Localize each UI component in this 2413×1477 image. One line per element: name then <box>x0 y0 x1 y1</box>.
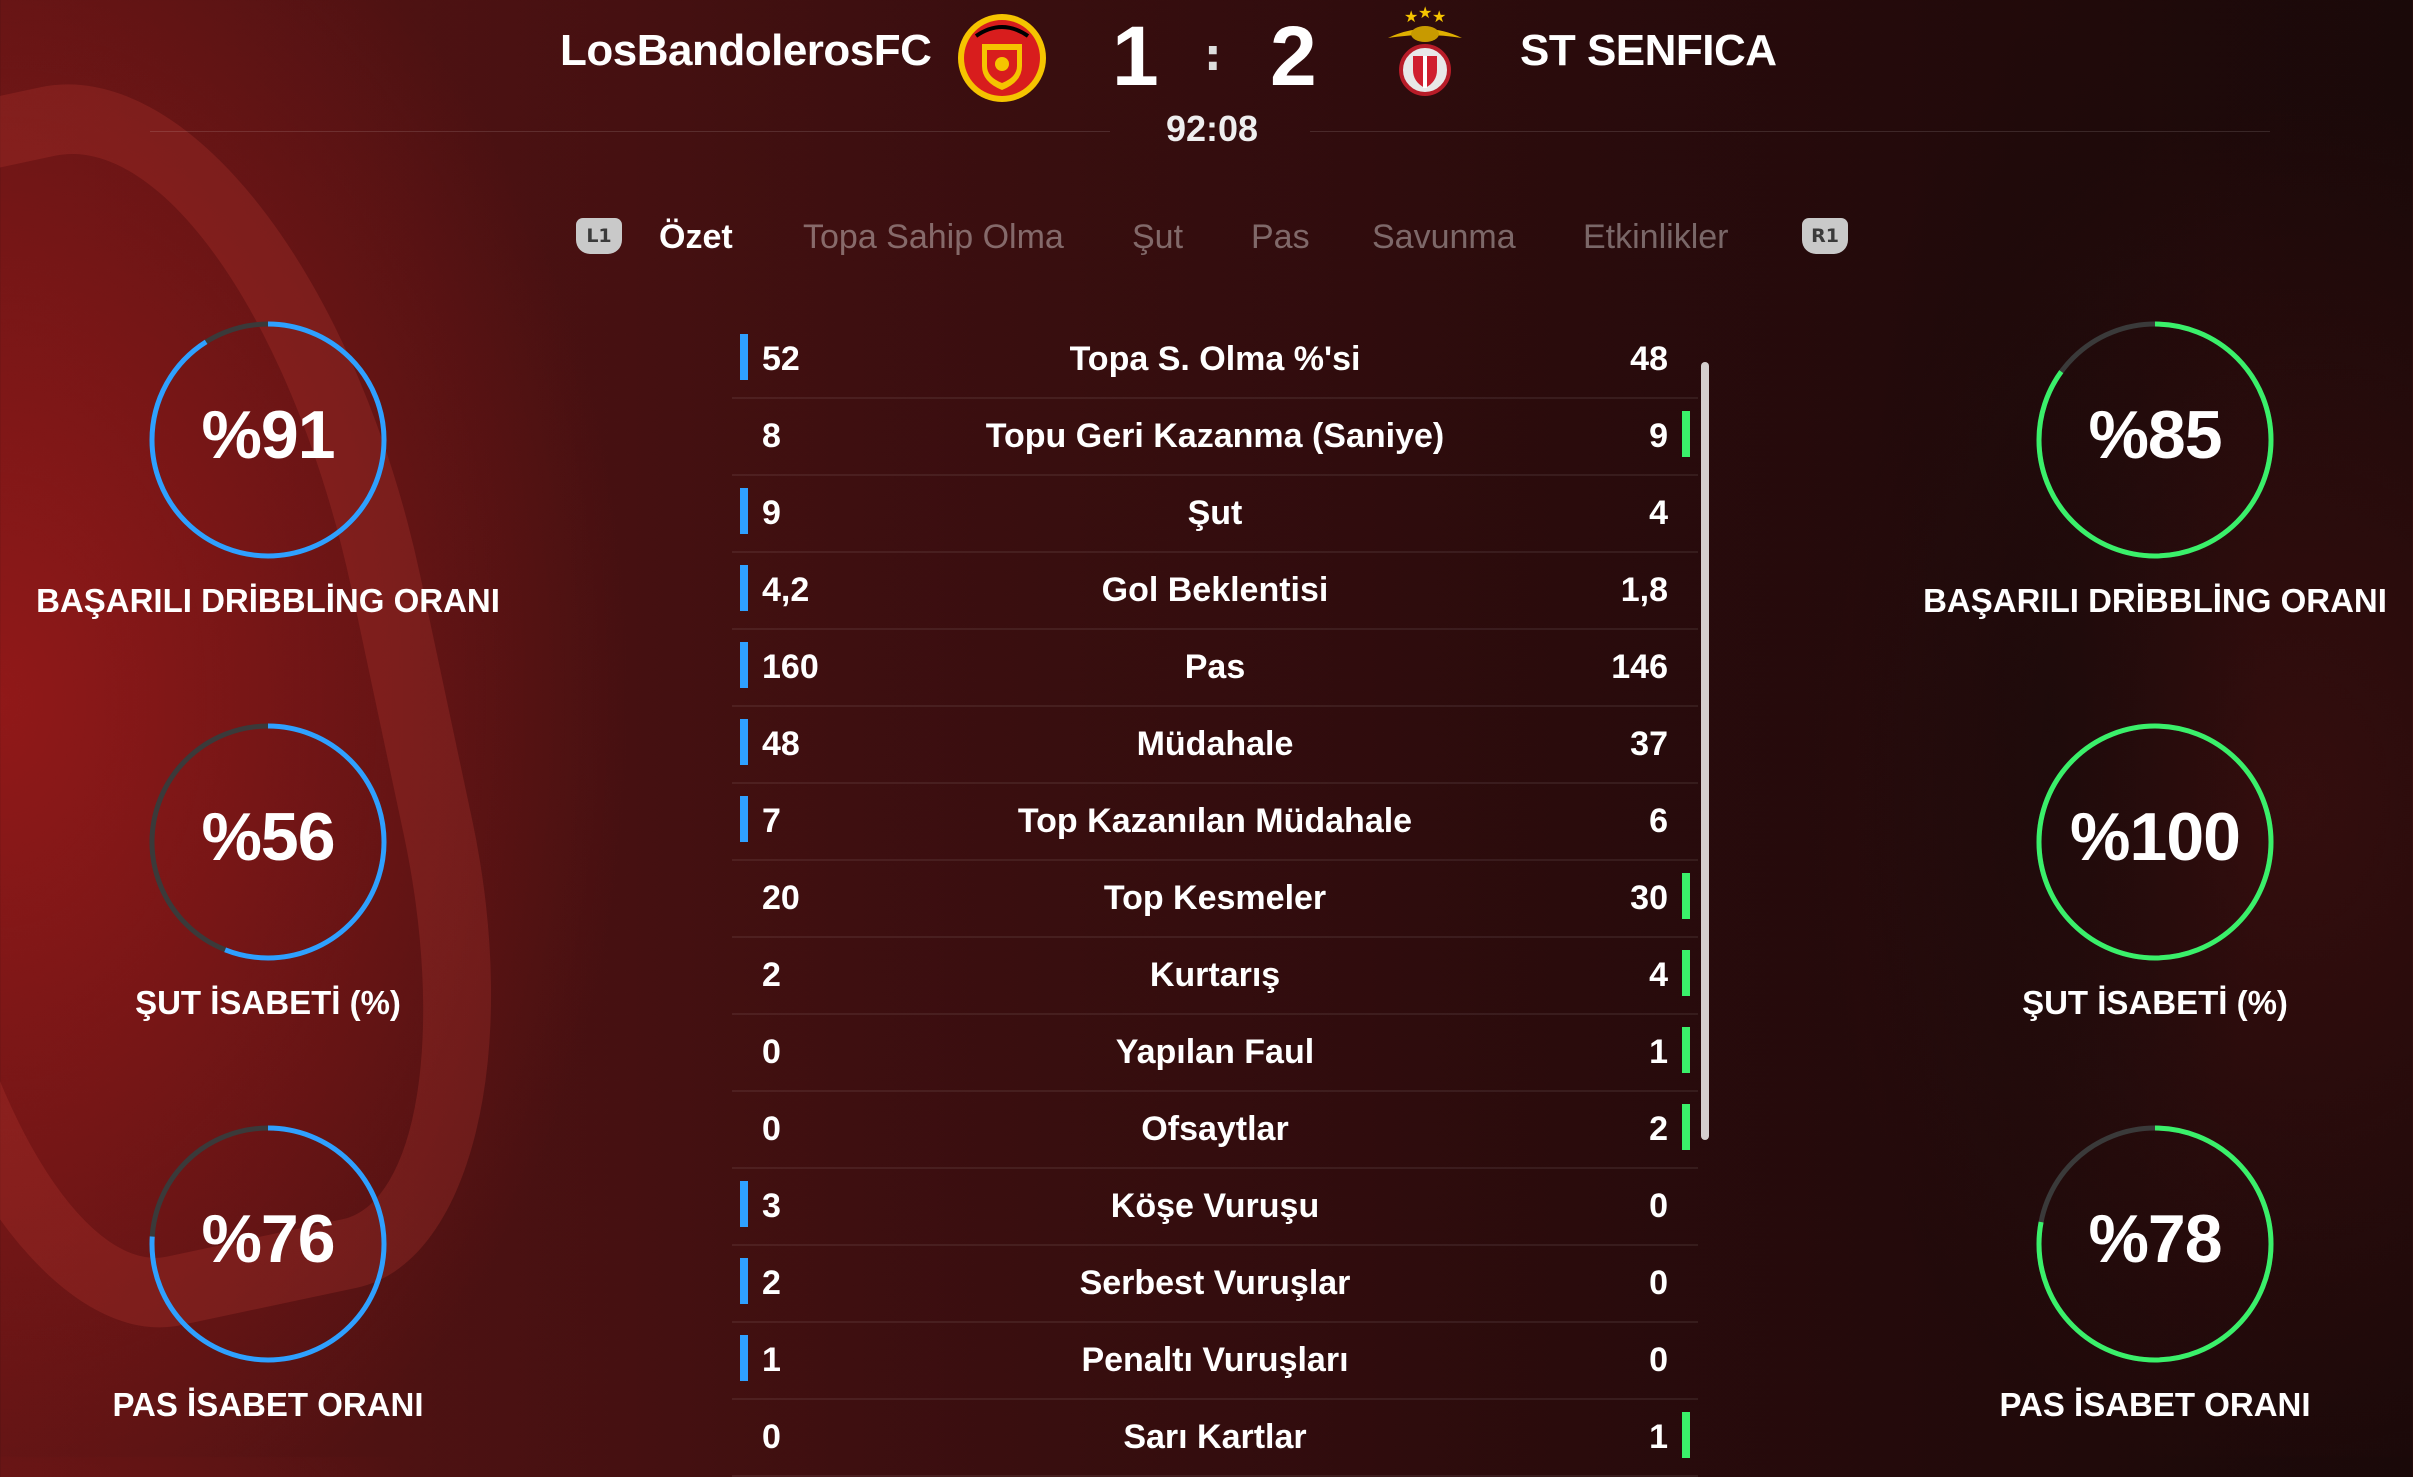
scoreboard-header: LosBandolerosFC 1 : 2 92:08 ★ ★ ★ ST SEN… <box>0 0 2413 180</box>
stat-away-value: 6 <box>1649 802 1668 840</box>
away-lead-indicator <box>1682 950 1690 996</box>
stat-label: Topa S. Olma %'si <box>1069 340 1361 378</box>
stat-away-value: 37 <box>1630 725 1668 763</box>
stat-away-value: 1 <box>1649 1418 1668 1456</box>
tab-savunma[interactable]: Savunma <box>1372 218 1516 257</box>
ring-label: BAŞARILI DRİBBLİNG ORANI <box>36 582 500 619</box>
stat-away-value: 4 <box>1649 956 1668 994</box>
stat-away-value: 1,8 <box>1620 571 1668 609</box>
away-dribble-success-ring: %85 BAŞARILI DRİBBLİNG ORANI <box>1905 318 2405 620</box>
stats-tab-bar: L1 Özet Topa Sahip Olma Şut Pas Savunma … <box>0 212 2413 272</box>
stat-label: Top Kazanılan Müdahale <box>1017 802 1413 840</box>
stat-away-value: 1 <box>1649 1033 1668 1071</box>
stat-row: 0 Sarı Kartlar 1 <box>732 1400 1698 1477</box>
away-score: 2 <box>1270 9 1317 103</box>
away-lead-indicator <box>1682 1027 1690 1073</box>
stat-row: 2 Kurtarış 4 <box>732 938 1698 1015</box>
away-shot-accuracy-ring: %100 ŞUT İSABETİ (%) <box>1905 720 2405 1022</box>
away-lead-indicator <box>1682 411 1690 457</box>
stat-away-value: 0 <box>1649 1341 1668 1379</box>
stat-row: 48 Müdahale 37 <box>732 707 1698 784</box>
stat-label: Gol Beklentisi <box>1101 571 1329 609</box>
stat-row: 0 Ofsaytlar 2 <box>732 1092 1698 1169</box>
tab-topa-sahip-olma[interactable]: Topa Sahip Olma <box>803 218 1064 257</box>
svg-text:★: ★ <box>1418 4 1432 22</box>
stat-label: Ofsaytlar <box>1141 1110 1289 1148</box>
away-lead-indicator <box>1682 1104 1690 1150</box>
stat-label: Şut <box>1187 494 1243 532</box>
ring-label: BAŞARILI DRİBBLİNG ORANI <box>1923 582 2387 619</box>
score-separator: : <box>1204 30 1222 81</box>
stat-row: 0 Yapılan Faul 1 <box>732 1015 1698 1092</box>
ring-value: %78 <box>2088 1201 2222 1277</box>
ring-label: PAS İSABET ORANI <box>112 1386 424 1423</box>
away-pass-accuracy-ring: %78 PAS İSABET ORANI <box>1905 1122 2405 1424</box>
ring-value: %85 <box>2088 397 2222 473</box>
home-pass-accuracy-ring: %76 PAS İSABET ORANI <box>18 1122 518 1424</box>
stat-row: 20 Top Kesmeler 30 <box>732 861 1698 938</box>
ring-value: %76 <box>201 1201 335 1277</box>
stat-row: 8 Topu Geri Kazanma (Saniye) 9 <box>732 399 1698 476</box>
home-shot-accuracy-ring: %56 ŞUT İSABETİ (%) <box>18 720 518 1022</box>
stat-away-value: 2 <box>1649 1110 1668 1148</box>
match-stats-table[interactable]: 52 Topa S. Olma %'si 48 8 Topu Geri Kazanma … <box>732 322 1698 1477</box>
header-divider-left <box>150 131 1110 132</box>
stat-away-value: 30 <box>1630 879 1668 917</box>
stat-row: 4,2 Gol Beklentisi 1,8 <box>732 553 1698 630</box>
ring-label: PAS İSABET ORANI <box>1999 1386 2311 1423</box>
svg-text:★: ★ <box>1432 7 1446 26</box>
stat-away-value: 146 <box>1611 648 1668 686</box>
stat-label: Sarı Kartlar <box>1123 1418 1307 1456</box>
stat-label: Müdahale <box>1136 725 1294 763</box>
home-dribble-success-ring: %91 BAŞARILI DRİBBLİNG ORANI <box>18 318 518 620</box>
ring-value: %56 <box>201 799 335 875</box>
stat-label: Top Kesmeler <box>1103 879 1327 917</box>
match-clock: 92:08 <box>1165 108 1259 149</box>
stat-row: 52 Topa S. Olma %'si 48 <box>732 322 1698 399</box>
stat-away-value: 48 <box>1630 340 1668 378</box>
away-lead-indicator <box>1682 1412 1690 1458</box>
stat-row: 7 Top Kazanılan Müdahale 6 <box>732 784 1698 861</box>
away-team-name: ST SENFICA <box>1520 26 1777 75</box>
manchester-united-crest-icon <box>954 8 1050 108</box>
home-score: 1 <box>1112 9 1159 103</box>
stat-label: Köşe Vuruşu <box>1110 1187 1320 1225</box>
home-team-name: LosBandolerosFC <box>560 26 932 75</box>
stats-scrollbar[interactable] <box>1701 362 1709 1140</box>
stat-row: 1 Penaltı Vuruşları 0 <box>732 1323 1698 1400</box>
stat-away-value: 0 <box>1649 1264 1668 1302</box>
tab-sut[interactable]: Şut <box>1132 218 1183 257</box>
stat-label: Topu Geri Kazanma (Saniye) <box>985 417 1445 455</box>
ring-value: %91 <box>201 397 335 473</box>
ring-value: %100 <box>2070 799 2241 875</box>
r1-bumper-icon[interactable]: R1 <box>1802 218 1848 254</box>
tab-ozet[interactable]: Özet <box>659 218 733 257</box>
header-divider-right <box>1310 131 2270 132</box>
stat-away-value: 9 <box>1649 417 1668 455</box>
stat-away-value: 0 <box>1649 1187 1668 1225</box>
stat-away-value: 4 <box>1649 494 1668 532</box>
stat-label: Kurtarış <box>1149 956 1281 994</box>
stat-row: 160 Pas 146 <box>732 630 1698 707</box>
ring-label: ŞUT İSABETİ (%) <box>2022 984 2288 1021</box>
stat-label: Serbest Vuruşlar <box>1079 1264 1351 1302</box>
tab-etkinlikler[interactable]: Etkinlikler <box>1583 218 1728 257</box>
stat-label: Pas <box>1184 648 1246 686</box>
benfica-crest-icon: ★ ★ ★ <box>1380 3 1470 108</box>
away-lead-indicator <box>1682 873 1690 919</box>
l1-bumper-icon[interactable]: L1 <box>576 218 622 254</box>
svg-text:★: ★ <box>1404 7 1418 26</box>
stat-row: 3 Köşe Vuruşu 0 <box>732 1169 1698 1246</box>
ring-label: ŞUT İSABETİ (%) <box>135 984 401 1021</box>
stat-row: 9 Şut 4 <box>732 476 1698 553</box>
tab-pas[interactable]: Pas <box>1251 218 1310 257</box>
stat-row: 2 Serbest Vuruşlar 0 <box>732 1246 1698 1323</box>
stat-label: Yapılan Faul <box>1115 1033 1315 1071</box>
stat-label: Penaltı Vuruşları <box>1081 1341 1349 1379</box>
